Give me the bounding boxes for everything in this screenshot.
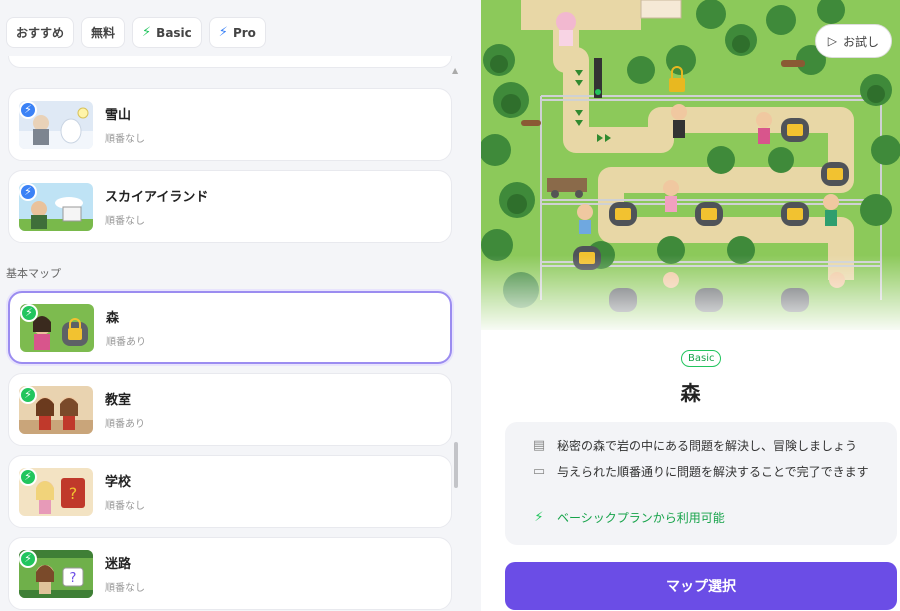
map-preview: ▷ お試し	[481, 0, 900, 330]
select-map-button[interactable]: マップ選択	[505, 562, 897, 610]
panel-divider	[465, 0, 481, 611]
map-info-box: ▤ 秘密の森で岩の中にある問題を解決し、冒険しましょう ▭ 与えられた順番通りに…	[505, 422, 897, 545]
map-list-panel: おすすめ 無料 ⚡ Basic ⚡ Pro ⚡ 雪山 順番なし ⚡ スカイアイラ…	[0, 0, 465, 611]
bolt-icon: ⚡	[19, 100, 37, 119]
map-thumbnail: ⚡	[19, 182, 93, 231]
bolt-icon: ⚡	[19, 467, 37, 486]
try-label: お試し	[842, 34, 879, 49]
chat-bubble-icon: ▤	[532, 438, 546, 453]
filter-basic[interactable]: ⚡ Basic	[132, 17, 202, 48]
svg-text:?: ?	[70, 571, 77, 586]
availability-text: ベーシックプランから利用可能	[557, 511, 725, 525]
partial-card	[8, 56, 452, 68]
map-card-maze[interactable]: ? ⚡ 迷路 順番なし	[8, 537, 452, 610]
card-subtitle: 順番あり	[105, 419, 145, 430]
filter-label: おすすめ	[16, 26, 65, 40]
map-thumbnail: ⚡	[19, 100, 93, 149]
map-fade-overlay	[481, 255, 900, 330]
section-label-basic-maps: 基本マップ	[6, 267, 61, 280]
map-card-forest[interactable]: ⚡ 森 順番あり	[8, 291, 452, 364]
card-title: 森	[106, 311, 120, 326]
card-subtitle: 順番なし	[105, 583, 145, 594]
map-thumbnail: ⚡	[20, 303, 94, 352]
bolt-icon: ⚡	[20, 303, 38, 322]
filter-recommended[interactable]: おすすめ	[6, 17, 75, 48]
map-title: 森	[680, 381, 701, 405]
map-card-classroom[interactable]: ⚡ 教室 順番あり	[8, 373, 452, 446]
card-subtitle: 順番なし	[105, 216, 145, 227]
filter-label: 無料	[91, 26, 116, 40]
try-button[interactable]: ▷ お試し	[814, 24, 892, 58]
bolt-icon: ⚡	[142, 25, 152, 40]
map-thumbnail: ⚡	[19, 385, 93, 434]
scroll-thumb[interactable]	[454, 442, 458, 488]
card-title: 教室	[105, 393, 132, 408]
bolt-icon: ⚡	[218, 25, 228, 40]
info-description: ▤ 秘密の森で岩の中にある問題を解決し、冒険しましょう	[531, 438, 891, 454]
filter-bar: おすすめ 無料 ⚡ Basic ⚡ Pro	[6, 17, 266, 48]
filter-label: Pro	[232, 25, 256, 40]
play-icon: ▷	[827, 34, 837, 48]
bolt-icon: ⚡	[19, 549, 37, 568]
filter-pro[interactable]: ⚡ Pro	[208, 17, 266, 48]
rule-text: 与えられた順番通りに問題を解決することで完了できます	[557, 465, 869, 479]
list-scrollbar[interactable]: ▲	[452, 66, 460, 606]
filter-free[interactable]: 無料	[81, 17, 126, 48]
map-thumbnail: ? ⚡	[19, 467, 93, 516]
info-availability: ⚡ ベーシックプランから利用可能	[531, 510, 891, 526]
card-title: 学校	[105, 475, 132, 490]
svg-text:?: ?	[69, 484, 78, 503]
filter-label: Basic	[156, 25, 192, 40]
card-title: 迷路	[105, 557, 132, 572]
card-subtitle: 順番なし	[105, 134, 145, 145]
bolt-icon: ⚡	[19, 385, 37, 404]
map-card-sky-island[interactable]: ⚡ スカイアイランド 順番なし	[8, 170, 452, 243]
document-icon: ▭	[532, 464, 546, 479]
map-thumbnail: ? ⚡	[19, 549, 93, 598]
card-title: スカイアイランド	[105, 190, 209, 205]
card-title: 雪山	[105, 108, 132, 123]
map-card-snow-mountain[interactable]: ⚡ 雪山 順番なし	[8, 88, 452, 161]
scroll-up-arrow-icon[interactable]: ▲	[452, 66, 458, 75]
map-card-school[interactable]: ? ⚡ 学校 順番なし	[8, 455, 452, 528]
tier-badge: Basic	[681, 350, 722, 367]
info-rule: ▭ 与えられた順番通りに問題を解決することで完了できます	[531, 464, 891, 480]
bolt-icon: ⚡	[19, 182, 37, 201]
description-text: 秘密の森で岩の中にある問題を解決し、冒険しましょう	[557, 439, 858, 453]
bolt-icon: ⚡	[534, 510, 544, 525]
card-subtitle: 順番なし	[105, 501, 145, 512]
card-subtitle: 順番あり	[106, 337, 146, 348]
map-detail-panel: ▷ お試し Basic 森 ▤ 秘密の森で岩の中にある問題を解決し、冒険しましょ…	[481, 0, 900, 611]
